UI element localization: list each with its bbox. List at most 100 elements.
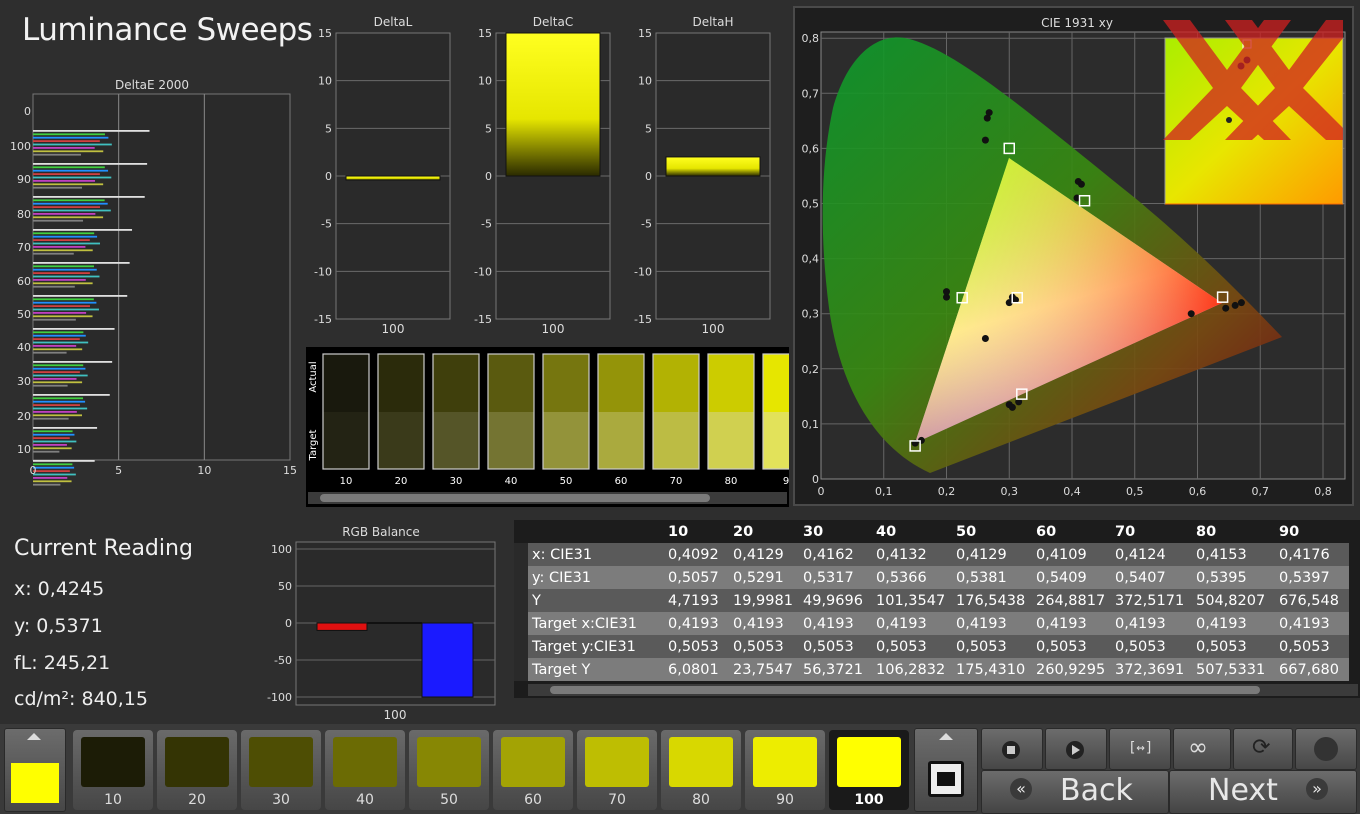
- deltae-bar: [33, 470, 70, 472]
- deltae-bar: [33, 216, 104, 219]
- deltae-bar: [33, 364, 84, 367]
- rgb-x-label: 100: [384, 708, 407, 722]
- table-cell: 0,4109: [1036, 546, 1087, 563]
- table-cell: 0,5053: [668, 638, 719, 655]
- deltae-bar: [33, 136, 109, 139]
- swatch-button-70[interactable]: 70: [577, 730, 657, 810]
- table-row-label: Y: [532, 592, 541, 609]
- deltae-bar: [33, 367, 86, 370]
- deltae-bar: [33, 239, 90, 241]
- table-cell: 0,4162: [803, 546, 854, 563]
- delta-y-tick: 15: [478, 27, 492, 40]
- delta-x-label: 100: [382, 322, 405, 336]
- chevron-up-icon: [27, 733, 41, 740]
- deltae-bar: [33, 400, 86, 403]
- back-button[interactable]: « Back: [981, 770, 1169, 814]
- current-color-button[interactable]: [4, 728, 66, 812]
- delta-y-tick: 0: [325, 170, 332, 183]
- next-button[interactable]: Next »: [1169, 770, 1357, 814]
- delta-y-tick: 15: [638, 27, 652, 40]
- swatch-color: [669, 737, 733, 787]
- table-cell: 4,7193: [668, 592, 719, 609]
- swatch-button-50[interactable]: 50: [409, 730, 489, 810]
- deltae-bar: [33, 183, 104, 186]
- table-cell: 0,4176: [1279, 546, 1330, 563]
- cie-x-tick: 0,4: [1063, 485, 1081, 498]
- current-reading-title: Current Reading: [14, 536, 193, 561]
- deltae-y-tick: 70: [17, 241, 31, 254]
- swatch-button-80[interactable]: 80: [661, 730, 741, 810]
- measurement-table: 10 20 30 40 50 60 70 80 90 x: CIE31 0,4092 0,4129 0,…: [514, 520, 1360, 698]
- deltae-bar: [33, 361, 113, 363]
- deltae-bar: [33, 199, 105, 202]
- strip-actual-swatch: [378, 354, 424, 412]
- delta-y-tick: -10: [474, 265, 492, 278]
- deltae-y-tick: 10: [17, 443, 31, 456]
- swatch-color: [81, 737, 145, 787]
- deltae-bar: [33, 374, 88, 377]
- deltae-bar: [33, 318, 76, 321]
- swatch-label: 90: [776, 792, 794, 808]
- deltae-bar: [33, 315, 93, 318]
- deltae-bar: [33, 466, 75, 469]
- table-cell: 0,4193: [1036, 615, 1087, 632]
- delta-bar: [505, 32, 601, 177]
- strip-actual-swatch: [708, 354, 754, 412]
- deltae-bar: [33, 308, 99, 311]
- stop-pattern-button[interactable]: [914, 728, 978, 812]
- rgb-blue-bar: [421, 622, 474, 698]
- deltae-bar: [33, 252, 74, 255]
- deltae-bar: [33, 180, 96, 182]
- deltae-x-tick: 0: [30, 464, 37, 477]
- deltae-bar: [33, 282, 93, 285]
- stop-button[interactable]: [981, 728, 1043, 770]
- table-cell: 264,8817: [1036, 592, 1106, 609]
- swatch-button-30[interactable]: 30: [241, 730, 321, 810]
- deltae-x-tick: 15: [283, 464, 297, 477]
- swatch-button-40[interactable]: 40: [325, 730, 405, 810]
- table-cell: 0,5053: [1036, 638, 1087, 655]
- record-button[interactable]: [1295, 728, 1357, 770]
- deltae-bar: [33, 404, 80, 406]
- delta-chart-title: DeltaC: [533, 15, 573, 29]
- table-scrollbar-thumb[interactable]: [550, 686, 1260, 694]
- table-cell: 0,5395: [1196, 569, 1247, 586]
- table-cell: 0,5317: [803, 569, 854, 586]
- table-column-header: 20: [733, 523, 754, 540]
- deltae-bar: [33, 381, 83, 384]
- swatch-button-10[interactable]: 10: [73, 730, 153, 810]
- table-cell: 0,4193: [1115, 615, 1166, 632]
- refresh-button[interactable]: ⟳: [1233, 728, 1293, 770]
- deltae-bar: [33, 265, 94, 268]
- table-cell: 507,5331: [1196, 661, 1266, 678]
- deltae-y-tick: 20: [17, 410, 31, 423]
- delta-y-tick: -5: [321, 218, 332, 231]
- swatch-strip: Actual Target 10 20 30 40 50 60 70 80 9: [306, 347, 810, 507]
- delta-y-tick: -10: [314, 265, 332, 278]
- deltae-bar: [33, 427, 98, 429]
- deltae-y-tick: 0: [24, 105, 31, 118]
- strip-scrollbar-thumb[interactable]: [320, 494, 710, 502]
- table-cell: 56,3721: [803, 661, 863, 678]
- strip-swatch-label: 60: [615, 476, 628, 487]
- table-row: y: CIE31 0,5057 0,5291 0,5317 0,5366 0,5381 0,…: [514, 566, 1349, 589]
- swatch-label: 100: [854, 792, 884, 808]
- swatch-button-20[interactable]: 20: [157, 730, 237, 810]
- table-scrollbar[interactable]: [528, 684, 1358, 696]
- measure-range-button[interactable]: [↔]: [1109, 728, 1171, 770]
- swatch-button-100[interactable]: 100: [829, 730, 909, 810]
- deltae-bar: [33, 209, 111, 212]
- deltae-bar: [33, 341, 89, 344]
- table-row-marker: [514, 543, 528, 566]
- loop-button[interactable]: ∞: [1173, 728, 1231, 770]
- deltae-bar: [33, 206, 100, 208]
- table-header-row: 10 20 30 40 50 60 70 80 90: [514, 520, 1349, 543]
- table-cell: 0,4193: [1279, 615, 1330, 632]
- table-corner: [514, 520, 668, 543]
- deltae-bar: [33, 305, 90, 307]
- delta-y-tick: 15: [318, 27, 332, 40]
- swatch-button-90[interactable]: 90: [745, 730, 825, 810]
- swatch-button-60[interactable]: 60: [493, 730, 573, 810]
- table-row: Target x:CIE31 0,4193 0,4193 0,4193 0,4193 0,…: [514, 612, 1349, 635]
- play-button[interactable]: [1045, 728, 1107, 770]
